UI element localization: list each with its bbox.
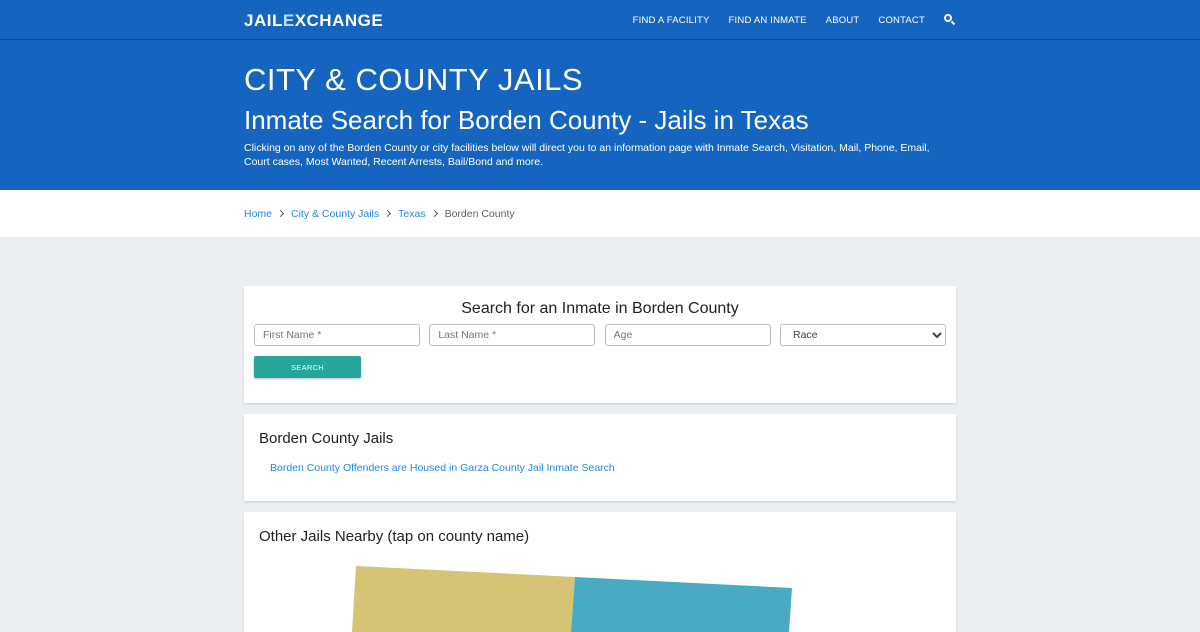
breadcrumb: Home City & County Jails Texas Borden Co… [0,190,1200,237]
page-title: CITY & COUNTY JAILS [244,62,584,97]
inmate-search-card: Search for an Inmate in Borden County Ra… [244,286,956,403]
nearby-counties-map [352,566,792,632]
hero-banner: CITY & COUNTY JAILS Inmate Search for Bo… [0,40,1200,190]
chevron-right-icon [430,209,438,218]
county-jails-heading: Borden County Jails [259,430,394,447]
breadcrumb-current: Borden County [444,207,515,220]
nav-contact[interactable]: CONTACT [878,15,925,26]
county-jails-card: Borden County Jails Borden County Offend… [244,414,956,501]
map-county-east[interactable] [571,577,792,632]
logo-x: E [282,11,295,30]
chevron-right-icon [276,209,285,218]
breadcrumb-home[interactable]: Home [244,208,272,220]
last-name-input[interactable] [429,324,596,346]
search-icon[interactable] [944,14,956,26]
search-button[interactable]: SEARCH [254,356,361,378]
age-input[interactable] [604,324,771,346]
nav-find-inmate[interactable]: FIND AN INMATE [729,15,807,26]
map-county-west[interactable] [352,566,575,632]
page-description: Clicking on any of the Borden County or … [244,142,930,168]
breadcrumb-city-county-jails[interactable]: City & County Jails [291,208,379,220]
page-subtitle: Inmate Search for Borden County - Jails … [244,105,809,135]
chevron-right-icon [384,209,392,218]
top-navbar: JAILEXCHANGE FIND A FACILITY FIND AN INM… [0,0,1200,40]
garza-county-jail-link[interactable]: Borden County Offenders are Housed in Ga… [270,462,941,474]
nav-about[interactable]: ABOUT [826,15,860,26]
site-logo[interactable]: JAILEXCHANGE [244,11,383,31]
nav-find-facility[interactable]: FIND A FACILITY [633,15,710,26]
nearby-jails-heading: Other Jails Nearby (tap on county name) [259,528,530,545]
first-name-input[interactable] [254,324,420,346]
logo-suffix: XCHANGE [294,11,384,30]
search-card-title: Search for an Inmate in Borden County [461,300,739,317]
race-select[interactable]: Race [779,324,946,346]
breadcrumb-texas[interactable]: Texas [398,208,425,220]
logo-prefix: JAIL [244,11,283,30]
nav-links: FIND A FACILITY FIND AN INMATE ABOUT CON… [614,0,956,40]
nearby-jails-card: Other Jails Nearby (tap on county name) [244,512,956,632]
search-fields: Race [244,324,956,346]
